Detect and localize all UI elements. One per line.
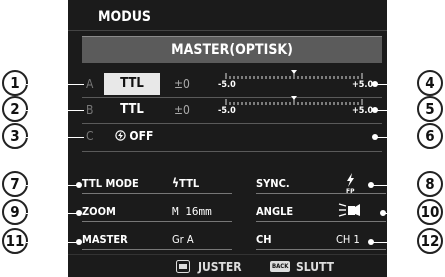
callout-10: 10 [417,199,443,225]
group-b-exposure-scale[interactable]: -5.0 +5.0 [218,96,378,116]
group-a-exposure-scale[interactable]: -5.0 +5.0 [218,70,378,90]
callout-10-leader [384,213,417,214]
flash-fp-sync-icon: FP [346,173,355,195]
callout-1-leader [26,84,84,85]
callout-6-dot [372,134,378,140]
group-a-compensation: ±0 [174,77,190,91]
callout-4-leader [376,84,417,85]
callout-5-dot [372,107,378,113]
callout-11-dot [76,239,82,245]
row-divider [82,151,382,152]
screen-title: MODUS [98,9,151,25]
flash-menu-screen: MODUS MASTER(OPTISK) A TTL ±0 -5.0 +5.0 … [68,0,387,277]
group-a-letter: A [86,77,94,91]
mode-selector-bar[interactable]: MASTER(OPTISK) [82,36,382,63]
ttl-mode-label: TTL MODE [82,177,139,190]
callout-2: 2 [2,96,28,122]
field-underline [256,249,386,250]
flash-angle-icon [338,203,360,217]
field-underline [82,193,232,194]
callout-9-leader [26,213,78,214]
callout-12-leader [372,242,417,243]
callout-11: 11 [2,228,28,254]
angle-label: ANGLE [256,205,294,218]
callout-9-dot [76,210,82,216]
group-c-mode[interactable]: OFF [104,125,164,147]
callout-5: 5 [417,96,443,122]
ttl-mode-value[interactable]: ϟTTL [172,176,199,190]
callout-10-dot [380,210,386,216]
group-b-compensation: ±0 [174,103,190,117]
field-underline [256,221,386,222]
field-underline [82,221,232,222]
callout-11-leader [26,242,78,243]
callout-12: 12 [417,228,443,254]
zoom-value[interactable]: M 16mm [172,205,212,218]
callout-8-dot [368,182,374,188]
title-divider [68,30,387,31]
group-a-scale-max: +5.0 [352,80,374,90]
callout-6-leader [376,137,417,138]
callout-3-leader [26,137,84,138]
group-c-mode-label: OFF [129,129,154,143]
group-a-scale-min: -5.0 [218,80,236,90]
callout-8-leader [372,185,417,186]
callout-6: 6 [417,123,443,149]
mode-label: MASTER(OPTISK) [171,42,293,58]
callout-7: 7 [2,171,28,197]
callout-9: 9 [2,199,28,225]
ch-label: CH [256,233,272,246]
end-hint: SLUTT [296,260,334,274]
back-key-icon: BACK [270,261,291,272]
group-a-mode[interactable]: TTL [104,73,160,95]
group-b-scale-min: -5.0 [218,106,236,116]
sync-label: SYNC. [256,177,290,190]
field-underline [256,193,386,194]
adjust-hint: JUSTER [198,260,242,274]
callout-4: 4 [417,70,443,96]
group-b-scale-max: +5.0 [352,106,374,116]
field-underline [82,249,232,250]
callout-7-dot [76,182,82,188]
callout-4-dot [372,81,378,87]
callout-1: 1 [2,70,28,96]
zoom-label: ZOOM [82,205,116,218]
callout-2-leader [26,110,84,111]
flash-off-icon [114,130,126,141]
ch-value[interactable]: CH 1 [336,233,360,246]
group-b-mode[interactable]: TTL [104,99,160,121]
angle-value[interactable] [338,200,362,223]
menu-ok-icon [176,260,190,273]
master-label: MASTER [82,233,128,246]
callout-3: 3 [2,123,28,149]
group-b-letter: B [86,103,94,117]
group-c-letter: C [86,129,94,143]
callout-5-leader [376,110,417,111]
row-divider [82,123,382,124]
callout-12-dot [368,239,374,245]
callout-8: 8 [417,171,443,197]
master-value[interactable]: Gr A [172,233,194,246]
callout-7-leader [26,185,78,186]
footer-bar: JUSTER BACK SLUTT [68,254,387,277]
